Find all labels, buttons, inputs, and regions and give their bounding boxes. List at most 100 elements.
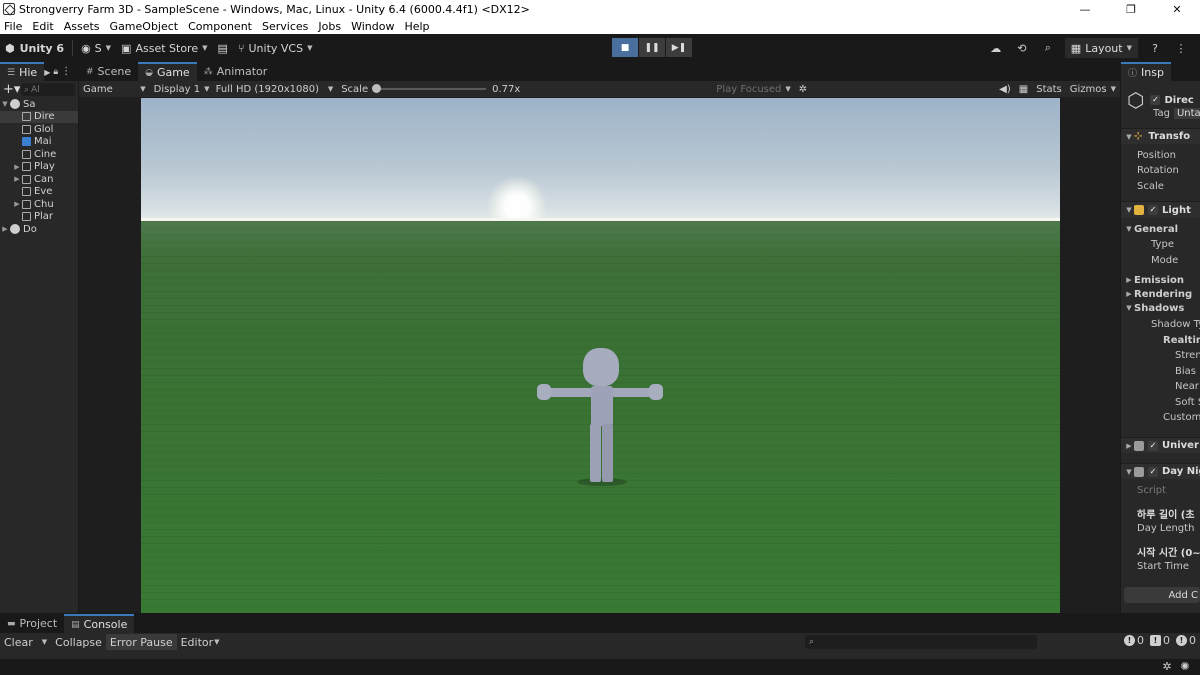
vcs-button[interactable]: ⑂ Unity VCS ▼ <box>233 38 318 58</box>
cloud-icon[interactable]: ☁ <box>983 38 1009 58</box>
menu-jobs[interactable]: Jobs <box>318 20 341 33</box>
resolution-dropdown[interactable]: Full HD (1920x1080) ▼ <box>212 81 338 97</box>
hierarchy-item-player[interactable]: ▶ Play <box>0 161 78 174</box>
game-viewport[interactable] <box>141 98 1060 613</box>
history-icon[interactable]: ⟲ <box>1009 38 1035 58</box>
step-button[interactable]: ▶❚ <box>666 38 692 57</box>
restore-button[interactable]: ❐ <box>1108 0 1154 18</box>
light-enabled-checkbox[interactable]: ✓ <box>1148 205 1158 215</box>
help-icon[interactable]: ? <box>1142 38 1168 58</box>
pause-button[interactable]: ❚❚ <box>639 38 665 57</box>
menu-window[interactable]: Window <box>351 20 394 33</box>
menu-file[interactable]: File <box>4 20 22 33</box>
settings-icon[interactable]: ⋮ <box>1168 38 1194 58</box>
add-object-button[interactable]: +▾ <box>3 82 21 97</box>
add-component-button[interactable]: Add C <box>1124 587 1200 603</box>
scale-slider-handle[interactable] <box>372 84 382 93</box>
hierarchy-item-canvas[interactable]: ▶ Can <box>0 173 78 186</box>
hierarchy-item-chunk[interactable]: ▶ Chu <box>0 198 78 211</box>
menu-icon[interactable]: ⋮ <box>61 66 71 77</box>
light-label: Light <box>1162 204 1191 216</box>
chevron-down-icon[interactable]: ▼ <box>42 638 47 646</box>
universal-enabled-checkbox[interactable]: ✓ <box>1148 440 1158 451</box>
tab-project[interactable]: ▬ Project <box>0 614 64 633</box>
emission-foldout[interactable]: ▶ Emission <box>1121 273 1200 287</box>
hierarchy-item-cinemachine[interactable]: Cine <box>0 148 78 161</box>
hierarchy-item-plane[interactable]: Plar <box>0 211 78 224</box>
script-icon <box>1134 440 1144 451</box>
unity-menu-button[interactable]: ⬢ Unity 6 <box>0 38 69 58</box>
gizmos-button[interactable]: Gizmos ▼ <box>1066 81 1120 97</box>
error-pause-toggle[interactable]: Error Pause <box>105 634 177 650</box>
menu-services[interactable]: Services <box>262 20 308 33</box>
scale-slider-track[interactable] <box>372 84 487 93</box>
close-button[interactable]: ✕ <box>1154 0 1200 18</box>
hierarchy-item-scene[interactable]: ▼ Sa <box>0 98 78 111</box>
asset-store-button[interactable]: ▣ Asset Store ▼ <box>116 38 212 58</box>
account-button[interactable]: ◉ S ▼ <box>76 38 116 58</box>
play-focused-dropdown[interactable]: Play Focused ▼ <box>712 81 794 97</box>
scale-slider[interactable]: Scale 0.77x <box>337 81 524 97</box>
editor-dropdown[interactable]: Editor ▼ <box>177 634 224 650</box>
bug-toggle[interactable]: ✲ <box>795 81 811 97</box>
expand-arrow-icon[interactable]: ▶ <box>12 175 22 183</box>
menu-edit[interactable]: Edit <box>32 20 53 33</box>
tab-hierarchy[interactable]: ☰ Hie <box>0 62 45 81</box>
tag-dropdown[interactable]: Untag <box>1173 107 1200 119</box>
menu-assets[interactable]: Assets <box>64 20 100 33</box>
transform-component-header[interactable]: ▼ ⊹ Transfo <box>1121 128 1200 144</box>
menu-component[interactable]: Component <box>188 20 252 33</box>
daynight-component-header[interactable]: ▼ ✓ Day Nig <box>1121 463 1200 479</box>
shadows-foldout[interactable]: ▼ Shadows <box>1121 301 1200 315</box>
display-dropdown[interactable]: Display 1 ▼ <box>150 81 212 97</box>
play-button[interactable]: ■ <box>612 38 638 57</box>
tab-console[interactable]: ▤ Console <box>64 614 135 633</box>
tab-game[interactable]: ◒ Game <box>138 62 197 81</box>
menu-gameobject[interactable]: GameObject <box>110 20 179 33</box>
error-count-toggle[interactable]: ! 0 <box>1124 634 1144 647</box>
hierarchy-search-input[interactable]: ⌕ Al <box>21 83 75 96</box>
tab-inspector[interactable]: ⓘ Insp <box>1121 62 1171 81</box>
stats-button[interactable]: Stats <box>1032 81 1066 97</box>
hierarchy-item-main-camera[interactable]: Mai <box>0 136 78 149</box>
expand-arrow-icon[interactable]: ▶ <box>12 200 22 208</box>
tab-scene[interactable]: # Scene <box>79 62 138 81</box>
hierarchy-item-directional-light[interactable]: Dire <box>0 110 78 123</box>
hierarchy-item-dontdestroy[interactable]: ▶ Do <box>0 223 78 236</box>
warning-icon: ! <box>1150 635 1161 646</box>
hierarchy-item-global[interactable]: Glol <box>0 123 78 136</box>
clear-button[interactable]: Clear ▼ <box>0 634 51 650</box>
stats-grid-toggle[interactable]: ▦ <box>1015 81 1032 97</box>
stop-icon: ■ <box>620 42 630 53</box>
tab-animator[interactable]: ⁂ Animator <box>197 62 275 81</box>
object-name-field[interactable]: Direc <box>1164 95 1193 106</box>
hierarchy-item-label: Mai <box>34 136 52 148</box>
light-component-header[interactable]: ▼ ✓ Light <box>1121 201 1200 218</box>
expand-arrow-icon[interactable]: ▼ <box>0 100 10 108</box>
audio-toggle[interactable]: ◀) <box>995 81 1015 97</box>
log-count-toggle[interactable]: ! 0 <box>1176 634 1196 647</box>
object-active-checkbox[interactable]: ✓ <box>1150 95 1161 105</box>
progress-spinner-icon[interactable]: ✺ <box>1176 660 1194 673</box>
rendering-foldout[interactable]: ▶ Rendering <box>1121 287 1200 301</box>
daynight-enabled-checkbox[interactable]: ✓ <box>1148 466 1158 477</box>
expand-arrow-icon[interactable]: ▶ <box>12 163 22 171</box>
layout-dropdown[interactable]: ▦ Layout ▼ <box>1064 38 1138 58</box>
collapse-toggle[interactable]: Collapse <box>51 634 106 650</box>
bug-icon[interactable]: ✲ <box>1158 660 1176 673</box>
package-button[interactable]: ▤ <box>212 38 232 58</box>
universal-component-header[interactable]: ▶ ✓ Univer <box>1121 437 1200 453</box>
lock-icon[interactable]: 🔒︎ <box>53 67 58 77</box>
game-mode-dropdown[interactable]: Game ▼ <box>79 81 150 97</box>
hierarchy-item-eventsystem[interactable]: Eve <box>0 186 78 199</box>
warning-count-toggle[interactable]: ! 0 <box>1150 634 1170 647</box>
menu-help[interactable]: Help <box>404 20 429 33</box>
general-foldout[interactable]: ▼ General <box>1121 222 1200 236</box>
day-length-korean-label: 하루 길이 (초 <box>1137 509 1195 521</box>
console-search-input[interactable]: ⌕ <box>805 635 1037 649</box>
expand-arrow-icon[interactable]: ▶ <box>0 225 10 233</box>
search-icon[interactable]: ⌕ <box>1035 38 1061 58</box>
minimize-button[interactable]: — <box>1062 0 1108 18</box>
sky <box>141 98 1060 221</box>
more-tabs-icon[interactable]: ▶ <box>44 68 50 77</box>
